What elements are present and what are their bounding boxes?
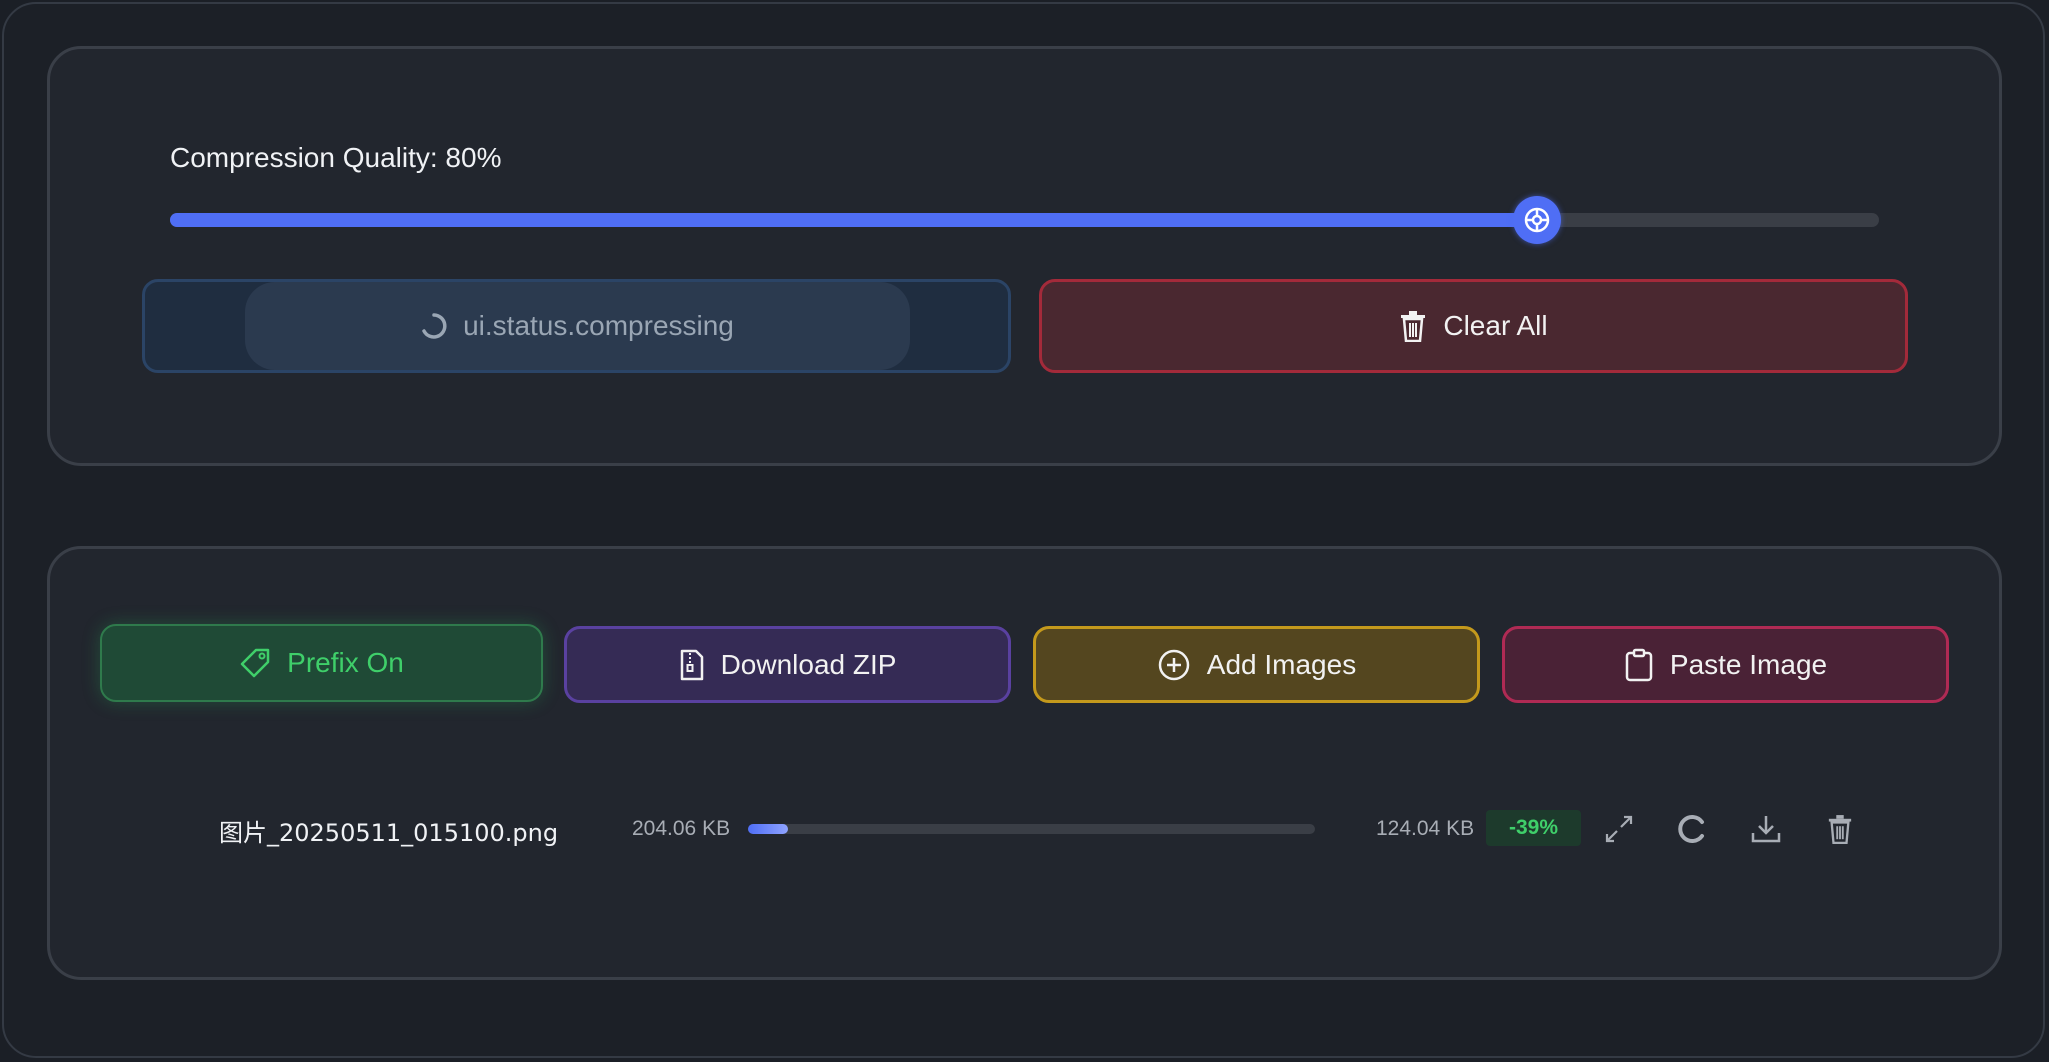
clipboard-icon <box>1625 648 1653 681</box>
trash-icon <box>1401 311 1426 342</box>
expand-icon[interactable] <box>1601 811 1637 847</box>
prefix-toggle-label: Prefix On <box>287 647 404 678</box>
clear-all-button[interactable]: Clear All <box>1039 279 1908 373</box>
tag-icon <box>240 648 270 678</box>
quality-label: Compression Quality: 80% <box>170 142 502 173</box>
file-zip-icon <box>680 649 703 680</box>
quality-slider-fill <box>170 213 1538 227</box>
download-zip-button[interactable]: Download ZIP <box>564 626 1011 703</box>
compressed-size: 124.04 KB <box>1376 817 1475 840</box>
refresh-icon[interactable] <box>1674 811 1710 847</box>
files-card <box>47 546 2002 980</box>
compression-progress <box>748 824 1315 834</box>
compression-progress-fill <box>748 824 788 834</box>
file-name: 图片_20250511_015100.png <box>219 819 559 847</box>
download-icon[interactable] <box>1748 811 1784 847</box>
add-images-label: Add Images <box>1206 648 1357 680</box>
plus-circle-icon <box>1158 649 1190 680</box>
quality-slider-thumb[interactable] <box>1513 196 1562 244</box>
original-size: 204.06 KB <box>632 817 731 840</box>
clear-all-label: Clear All <box>1443 310 1548 341</box>
settings-card <box>47 46 2002 466</box>
quality-slider[interactable] <box>170 196 1879 244</box>
settings-wheel-icon <box>1524 207 1550 233</box>
add-images-button[interactable]: Add Images <box>1033 626 1480 703</box>
paste-image-label: Paste Image <box>1669 648 1828 680</box>
compress-button-label: ui.status.compressing <box>463 310 734 341</box>
prefix-toggle-button[interactable]: Prefix On <box>100 624 543 702</box>
paste-image-button[interactable]: Paste Image <box>1502 626 1949 703</box>
spinner-icon <box>422 313 447 339</box>
compress-button[interactable]: ui.status.compressing <box>142 279 1011 373</box>
compression-ratio-badge: -39% <box>1486 810 1581 846</box>
trash-icon[interactable] <box>1822 811 1858 847</box>
download-zip-label: Download ZIP <box>720 648 897 680</box>
